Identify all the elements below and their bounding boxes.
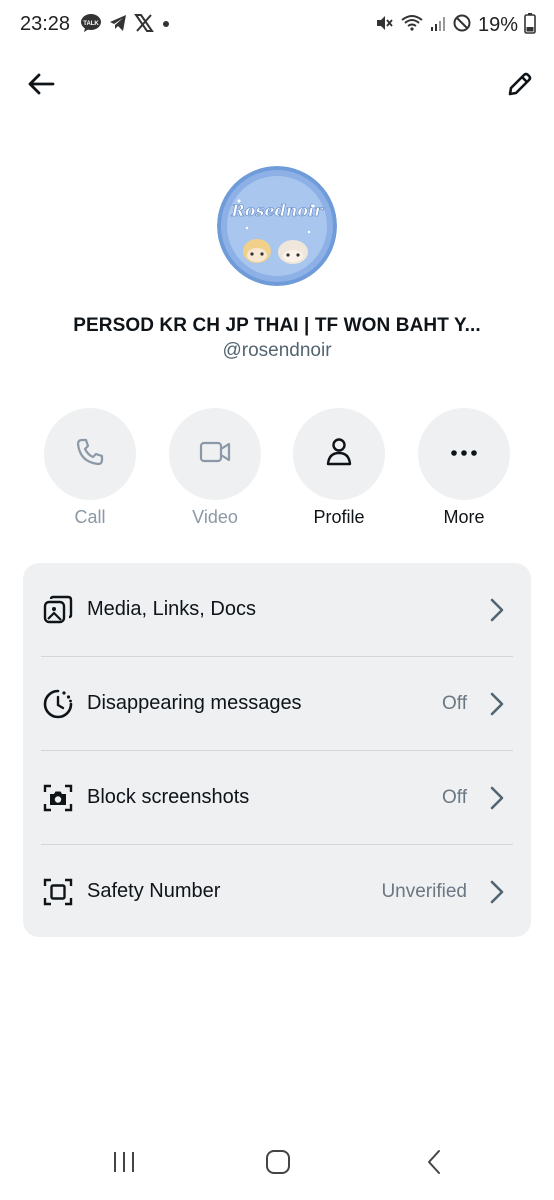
avatar[interactable]: Rosednoir xyxy=(217,166,337,286)
safety-number-row[interactable]: Safety Number Unverified xyxy=(23,845,531,938)
more-button[interactable]: More xyxy=(417,408,511,528)
timer-icon xyxy=(40,686,76,722)
handle: @rosendnoir xyxy=(222,340,332,361)
navigation-bar xyxy=(0,1140,554,1190)
home-icon xyxy=(265,1149,291,1180)
more-label: More xyxy=(443,507,485,527)
safety-number-label: Safety Number xyxy=(87,880,221,902)
call-label: Call xyxy=(74,507,106,527)
avatar-logo-text: Rosednoir xyxy=(230,201,324,220)
media-links-docs-label: Media, Links, Docs xyxy=(87,598,256,620)
recent-apps-icon xyxy=(111,1151,137,1178)
video-button[interactable]: Video xyxy=(168,408,262,528)
home-button[interactable] xyxy=(258,1146,298,1182)
settings-card: Media, Links, Docs Disappearing messages… xyxy=(23,563,531,937)
phone-icon xyxy=(75,437,105,472)
media-icon xyxy=(40,592,76,628)
block-icon xyxy=(452,13,472,38)
pencil-icon xyxy=(505,69,535,104)
video-label: Video xyxy=(192,507,238,527)
video-icon xyxy=(199,439,231,470)
status-time: 23:28 xyxy=(20,13,71,35)
media-links-docs-row[interactable]: Media, Links, Docs xyxy=(23,563,531,656)
disappearing-messages-row[interactable]: Disappearing messages Off xyxy=(23,657,531,750)
back-arrow-icon xyxy=(26,72,56,101)
nav-back-icon xyxy=(426,1149,442,1180)
edit-button[interactable] xyxy=(498,64,542,108)
recent-apps-button[interactable] xyxy=(104,1146,144,1182)
display-name: PERSOD KR CH JP THAI | TF WON BAHT Y... xyxy=(73,315,481,336)
status-bar: 23:28 TALK 19% xyxy=(0,0,554,52)
person-icon xyxy=(325,437,353,472)
safety-number-value: Unverified xyxy=(381,880,467,902)
profile-label: Profile xyxy=(313,507,365,527)
disappearing-messages-label: Disappearing messages xyxy=(87,692,302,714)
talk-icon: TALK xyxy=(80,13,102,38)
nav-back-button[interactable] xyxy=(414,1146,454,1182)
battery-percent: 19% xyxy=(477,13,518,36)
wifi-icon xyxy=(400,13,424,38)
battery-icon xyxy=(524,12,536,39)
safety-icon xyxy=(40,874,76,910)
block-screenshots-value: Off xyxy=(442,786,467,808)
block-screenshots-row[interactable]: Block screenshots Off xyxy=(23,751,531,844)
profile-button[interactable]: Profile xyxy=(292,408,386,528)
chevron-right-icon xyxy=(485,595,509,625)
back-button[interactable] xyxy=(19,64,63,108)
action-buttons: Call Video Profile More xyxy=(0,408,554,533)
block-screenshots-label: Block screenshots xyxy=(87,786,250,808)
signal-icon xyxy=(430,13,446,38)
x-icon xyxy=(134,13,154,38)
chevron-right-icon xyxy=(485,877,509,907)
call-button[interactable]: Call xyxy=(43,408,137,528)
mute-icon xyxy=(374,13,394,38)
svg-text:TALK: TALK xyxy=(83,21,99,27)
disappearing-messages-value: Off xyxy=(442,692,467,714)
more-icon xyxy=(449,445,479,463)
chevron-right-icon xyxy=(485,783,509,813)
chevron-right-icon xyxy=(485,689,509,719)
dot-icon xyxy=(160,13,172,38)
telegram-icon xyxy=(108,13,128,38)
camera-icon xyxy=(40,780,76,816)
